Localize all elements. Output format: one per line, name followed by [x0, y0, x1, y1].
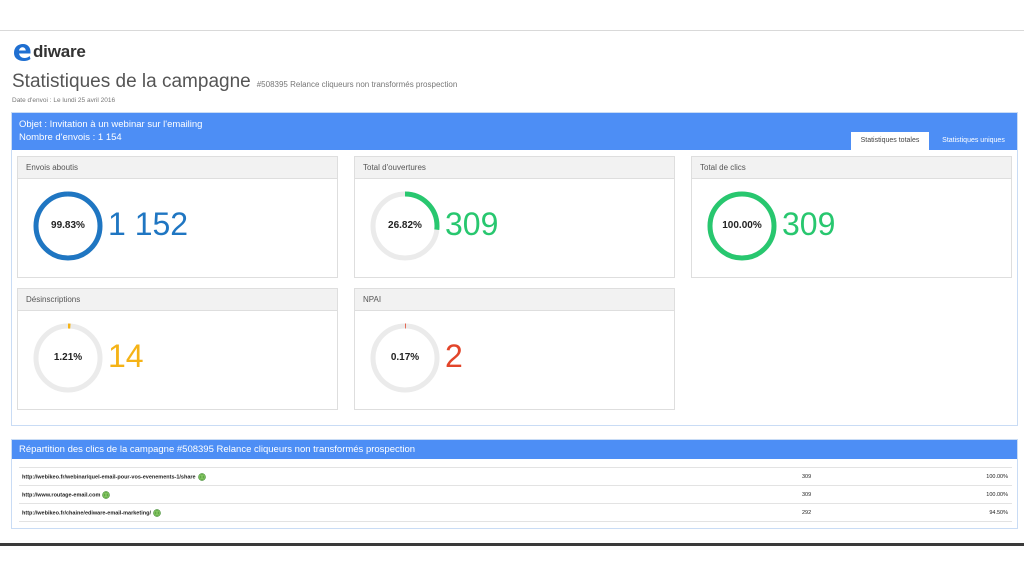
- campaign-name: #508395 Relance cliqueurs non transformé…: [256, 80, 458, 89]
- email-subject: Objet : Invitation à un webinar sur l'em…: [19, 119, 203, 130]
- logo-e-icon: [14, 44, 31, 61]
- unsubscribes-count: 14: [108, 338, 144, 374]
- card-title: Envois aboutis: [18, 157, 337, 179]
- clicks-distribution-panel: Répartition des clics de la campagne #50…: [11, 439, 1018, 529]
- card-title: NPAI: [355, 289, 674, 311]
- link-clicks: 309: [802, 485, 942, 504]
- campaign-summary-header: Objet : Invitation à un webinar sur l'em…: [12, 113, 1017, 150]
- delivered-percent: 99.83%: [51, 220, 85, 231]
- delivered-count: 1 152: [108, 206, 189, 242]
- opens-percent: 26.82%: [388, 220, 422, 231]
- link-url[interactable]: http://webikeo.fr/webinar/quel-email-pou…: [22, 474, 196, 480]
- table-row: http://www.routage-email.com 309 100.00%: [19, 485, 1012, 504]
- stat-card-opens: Total d'ouvertures 26.82% 309: [354, 156, 675, 278]
- campaign-stats-panel: Objet : Invitation à un webinar sur l'em…: [11, 112, 1018, 426]
- opens-count: 309: [445, 206, 499, 242]
- card-title: Total d'ouvertures: [355, 157, 674, 179]
- stat-card-delivered: Envois aboutis 99.83% 1 152: [17, 156, 338, 278]
- link-percent: 100.00%: [942, 485, 1012, 504]
- bottom-divider: [0, 543, 1024, 546]
- globe-icon[interactable]: [197, 472, 206, 481]
- card-title: Total de clics: [692, 157, 1011, 179]
- tab-unique-stats[interactable]: Statistiques uniques: [932, 132, 1015, 150]
- link-percent: 100.00%: [942, 467, 1012, 486]
- stat-card-unsubscribes: Désinscriptions 1.21% 14: [17, 288, 338, 410]
- logo-text: diware: [33, 42, 86, 61]
- clicks-percent: 100.00%: [722, 220, 762, 231]
- ediware-logo[interactable]: diware: [12, 42, 86, 62]
- page-title: Statistiques de la campagne #508395 Rela…: [12, 71, 457, 93]
- page-title-text: Statistiques de la campagne: [12, 71, 251, 92]
- table-row: http://webikeo.fr/webinar/quel-email-pou…: [19, 467, 1012, 486]
- table-row: http://webikeo.fr/chaine/ediware-email-m…: [19, 503, 1012, 522]
- unsubscribes-percent: 1.21%: [53, 352, 83, 363]
- top-divider: [0, 30, 1024, 31]
- send-date: Date d'envoi : Le lundi 25 avril 2016: [12, 97, 116, 104]
- globe-icon[interactable]: [102, 490, 111, 499]
- tab-total-stats[interactable]: Statistiques totales: [851, 132, 929, 150]
- link-url[interactable]: http://webikeo.fr/chaine/ediware-email-m…: [22, 510, 151, 516]
- stat-card-clicks: Total de clics 100.00% 309: [691, 156, 1012, 278]
- clicks-count: 309: [782, 206, 836, 242]
- link-percent: 94.50%: [942, 503, 1012, 522]
- npai-percent: 0.17%: [390, 352, 420, 363]
- link-clicks: 292: [802, 503, 942, 522]
- link-url[interactable]: http://www.routage-email.com: [22, 492, 100, 498]
- globe-icon[interactable]: [153, 508, 161, 517]
- link-clicks: 309: [802, 467, 942, 486]
- card-title: Désinscriptions: [18, 289, 337, 311]
- npai-count: 2: [445, 338, 463, 374]
- clicks-table: http://webikeo.fr/webinar/quel-email-pou…: [19, 467, 1012, 522]
- clicks-distribution-title: Répartition des clics de la campagne #50…: [12, 440, 1017, 459]
- stat-card-npai: NPAI 0.17% 2: [354, 288, 675, 410]
- sends-count: Nombre d'envois : 1 154: [19, 132, 122, 143]
